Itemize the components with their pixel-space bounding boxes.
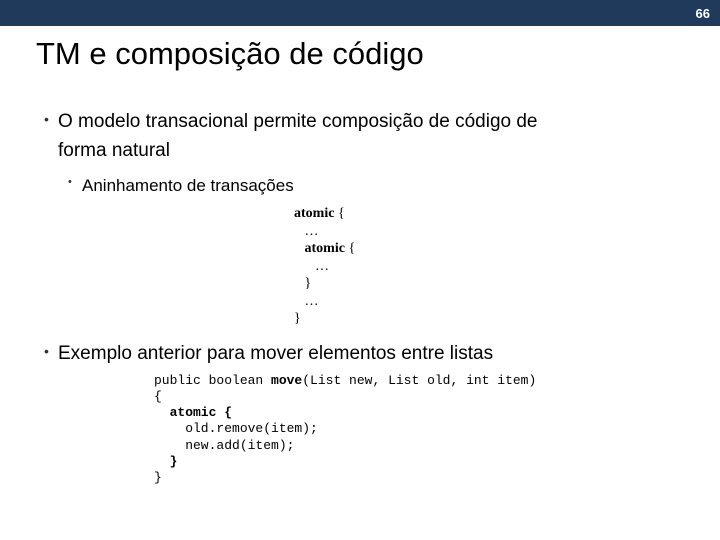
code-text: }	[294, 311, 301, 326]
code-text: }	[154, 470, 162, 485]
slide-title: TM e composição de código	[0, 26, 720, 72]
code-kw: }	[154, 454, 177, 469]
code-kw: atomic	[294, 241, 345, 256]
code-text: (List new, List old, int item)	[302, 373, 536, 388]
bullet-main-2: Exemplo anterior para mover elementos en…	[44, 342, 676, 367]
code-text: {	[334, 206, 344, 221]
code-text: new.add(item);	[154, 438, 294, 453]
code-kw: move	[271, 373, 302, 388]
code-text: }	[294, 276, 311, 291]
bullet-sub-1: Aninhamento de transações	[44, 175, 676, 197]
code-kw: atomic	[294, 206, 334, 221]
code-text: …	[294, 294, 319, 309]
code-text: {	[154, 389, 162, 404]
code-text: public boolean	[154, 373, 271, 388]
slide-content: O modelo transacional permite composição…	[0, 72, 720, 486]
header-bar: 66	[0, 0, 720, 26]
bullet-main-1: O modelo transacional permite composição…	[44, 110, 676, 135]
code-nesting: atomic { … atomic { … } … }	[294, 205, 676, 328]
code-text: …	[294, 259, 329, 274]
bullet-main-1-cont: forma natural	[44, 139, 676, 164]
code-move: public boolean move(List new, List old, …	[154, 373, 676, 487]
code-kw: atomic {	[154, 405, 232, 420]
code-text: old.remove(item);	[154, 421, 318, 436]
code-text: …	[294, 224, 319, 239]
page-number: 66	[696, 6, 710, 21]
code-text: {	[345, 241, 355, 256]
